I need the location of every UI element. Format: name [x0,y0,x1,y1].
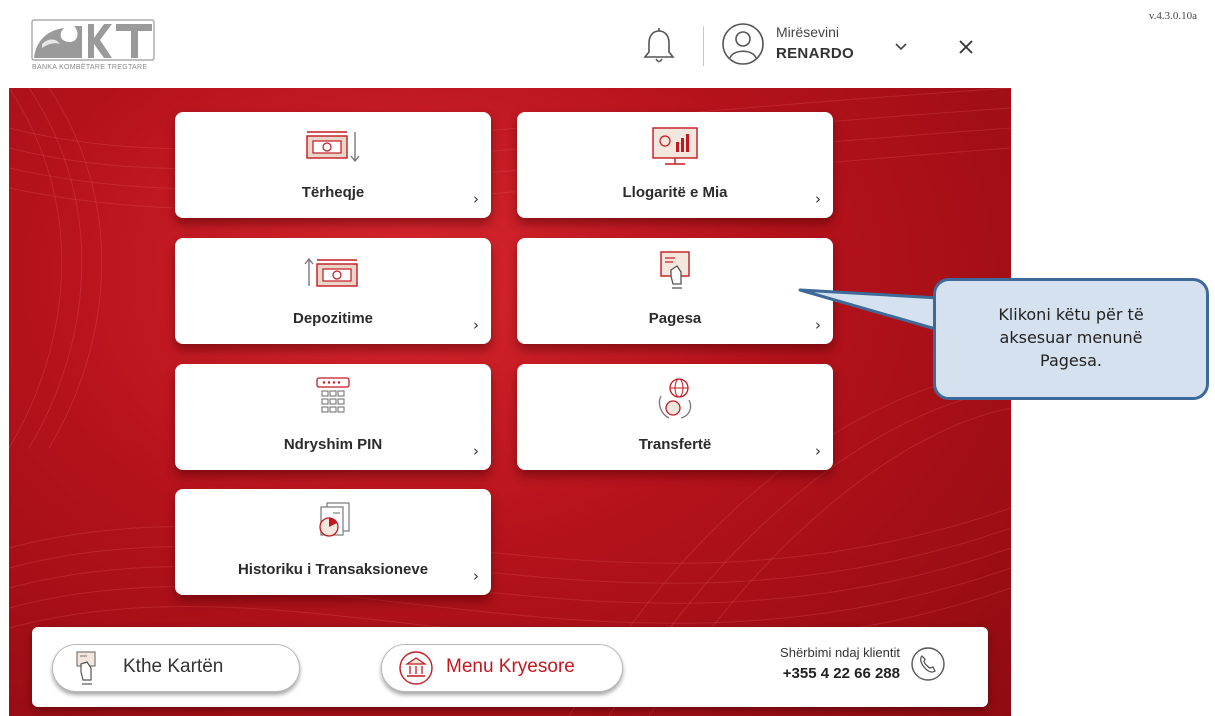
card-label: Transfertë [638,436,712,453]
main-menu-label: Menu Kryesore [446,656,575,677]
card-label: Ndryshim PIN [283,436,383,453]
card-label: Historiku i Transaksioneve [237,561,429,578]
cash-deposit-icon [303,250,363,296]
return-card-button[interactable]: Kthe Kartën [52,644,300,692]
transaction-history-icon [303,501,363,547]
user-avatar-icon[interactable] [721,22,765,66]
menu-card-ndryshim-pin[interactable]: Ndryshim PIN › [175,364,491,470]
bank-icon [398,650,434,686]
chevron-right-icon: › [473,567,479,585]
pin-keypad-icon [303,376,363,422]
bill-payment-icon [645,250,705,296]
greeting-text: Mirësevini [776,24,840,40]
callout-line-2: aksesuar menunë [999,328,1143,347]
menu-card-terheqje[interactable]: Tërheqje › [175,112,491,218]
chevron-right-icon: › [815,442,821,460]
menu-card-pagesa[interactable]: Pagesa › [517,238,833,344]
card-label: Tërheqje [301,184,365,201]
menu-panel: Tërheqje › Llogaritë e Mia › Depozitime … [9,88,1011,716]
card-return-icon [69,650,105,686]
return-card-label: Kthe Kartën [123,656,224,677]
chevron-right-icon: › [473,316,479,334]
chevron-down-icon[interactable] [893,40,909,54]
username-text: RENARDO [776,45,854,62]
header-divider [703,26,704,66]
chevron-right-icon: › [473,190,479,208]
bottom-bar: Kthe Kartën Menu Kryesore Shërbimi ndaj … [32,627,988,707]
transfer-globe-icon [645,376,705,422]
callout-line-3: Pagesa. [1040,351,1102,370]
card-label: Depozitime [292,310,373,327]
menu-card-llogarite[interactable]: Llogaritë e Mia › [517,112,833,218]
customer-service-label: Shërbimi ndaj klientit [780,645,900,660]
bkt-logo: BANKA KOMBËTARE TREGTARE [30,18,170,80]
accounts-monitor-icon [645,124,705,170]
phone-icon[interactable] [910,646,946,682]
cash-withdraw-icon [303,124,363,170]
background-swirl [9,88,1011,716]
menu-card-transferte[interactable]: Transfertë › [517,364,833,470]
callout-text: Klikoni këtu për të aksesuar menunë Page… [936,303,1206,372]
chevron-right-icon: › [473,442,479,460]
card-label: Llogaritë e Mia [622,184,728,201]
header: BANKA KOMBËTARE TREGTARE v.4.3.0.10a Mir… [0,0,1215,88]
menu-card-depozitime[interactable]: Depozitime › [175,238,491,344]
version-label: v.4.3.0.10a [1148,10,1197,22]
close-icon[interactable] [957,38,975,56]
chevron-right-icon: › [815,190,821,208]
callout-line-1: Klikoni këtu për të [998,305,1144,324]
logo-subtitle: BANKA KOMBËTARE TREGTARE [32,64,148,71]
menu-card-historiku[interactable]: Historiku i Transaksioneve › [175,489,491,595]
main-menu-button[interactable]: Menu Kryesore [381,644,623,692]
customer-service-phone: +355 4 22 66 288 [782,665,900,682]
bell-icon[interactable] [642,26,676,66]
chevron-right-icon: › [815,316,821,334]
card-label: Pagesa [648,310,702,327]
